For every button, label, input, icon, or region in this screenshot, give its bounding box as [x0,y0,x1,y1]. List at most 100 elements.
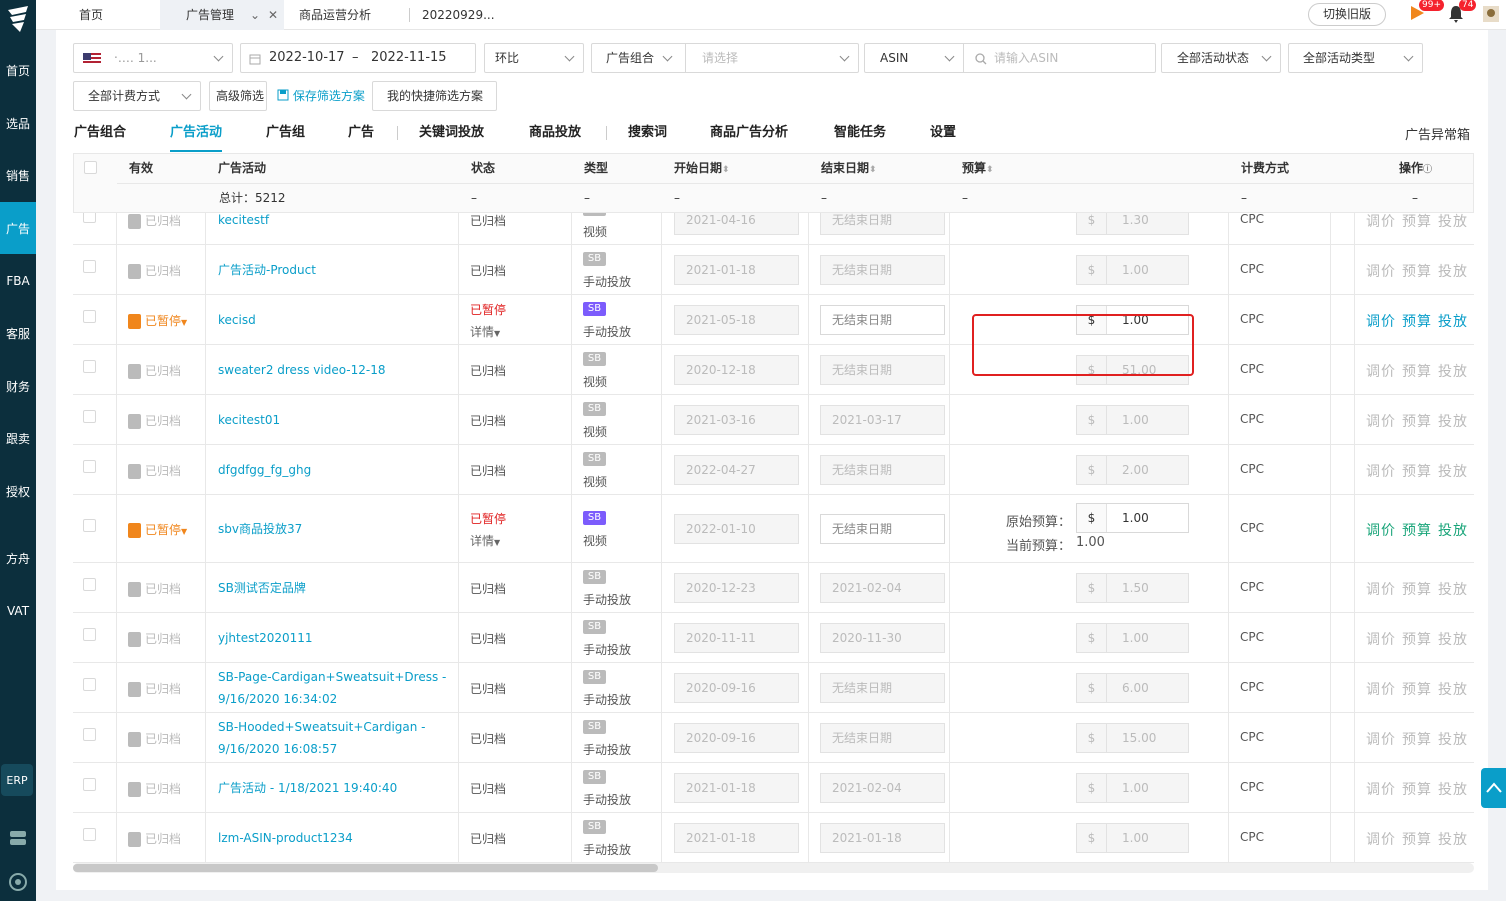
advanced-filter-button[interactable]: 高级筛选 [209,81,267,111]
targeting-action[interactable]: 投放 [1438,264,1468,280]
targeting-action[interactable]: 投放 [1438,632,1468,648]
close-icon[interactable]: ✕ [268,0,278,30]
subnav-smart-tasks[interactable]: 智能任务 [834,124,886,154]
campaign-name-link[interactable]: sbv商品投放37 [218,518,453,540]
budget-action[interactable]: 预算 [1402,682,1432,698]
sidebar-item-vat[interactable]: VAT [0,585,36,637]
ad-group-type-select[interactable]: 广告组合 [592,44,686,72]
scrollbar-thumb[interactable] [73,864,658,872]
sidebar-item-ads[interactable]: 广告 [0,202,36,254]
asin-type-select[interactable]: ASIN [865,44,964,72]
asin-search-input[interactable]: 请输入ASIN [994,44,1058,72]
targeting-action[interactable]: 投放 [1438,782,1468,798]
row-checkbox[interactable] [83,260,96,273]
campaign-status-select[interactable]: 全部活动状态 [1161,43,1281,73]
tab-product-analysis[interactable]: 商品运营分析 [284,0,404,30]
campaign-name-link[interactable]: SB-Page-Cardigan+Sweatsuit+Dress - 9/16/… [218,666,453,710]
store-select[interactable]: ‧‥‥ 1... [73,43,233,73]
status-detail-toggle[interactable]: 详情▼ [470,323,500,340]
header-start-date[interactable]: 开始日期⬍ [674,154,730,182]
campaign-name-link[interactable]: 广告活动 - 1/18/2021 19:40:40 [218,777,453,799]
adjust-bid-action[interactable]: 调价 [1366,582,1396,598]
adjust-bid-action[interactable]: 调价 [1366,414,1396,430]
sidebar-item-fba[interactable]: FBA [0,255,36,307]
adjust-bid-action[interactable]: 调价 [1366,464,1396,480]
sidebar-item-selection[interactable]: 选品 [0,97,36,149]
switch-old-version-button[interactable]: 切换旧版 [1308,3,1386,26]
tab-ad-management[interactable]: 广告管理 ⌄ ✕ [160,0,284,30]
info-icon[interactable]: ⓘ [1423,165,1432,175]
targeting-action[interactable]: 投放 [1438,582,1468,598]
targeting-action[interactable]: 投放 [1438,314,1468,330]
sidebar-item-service[interactable]: 客服 [0,307,36,359]
budget-action[interactable]: 预算 [1402,314,1432,330]
targeting-action[interactable]: 投放 [1438,214,1468,230]
adjust-bid-action[interactable]: 调价 [1366,782,1396,798]
budget-action[interactable]: 预算 [1402,582,1432,598]
header-end-date[interactable]: 结束日期⬍ [821,154,877,182]
budget-action[interactable]: 预算 [1402,214,1432,230]
subnav-ads[interactable]: 广告 [348,124,374,154]
sidebar-item-follow[interactable]: 跟卖 [0,412,36,464]
sidebar-item-finance[interactable]: 财务 [0,360,36,412]
row-checkbox[interactable] [83,410,96,423]
campaign-name-link[interactable]: kecisd [218,309,453,331]
quick-filter-button[interactable]: 我的快捷筛选方案 [372,81,497,111]
subnav-keyword-targeting[interactable]: 关键词投放 [419,124,484,154]
campaign-name-link[interactable]: dfgdfgg_fg_ghg [218,459,453,481]
sidebar-item-auth[interactable]: 授权 [0,465,36,517]
budget-action[interactable]: 预算 [1402,782,1432,798]
adjust-bid-action[interactable]: 调价 [1366,632,1396,648]
subnav-settings[interactable]: 设置 [930,124,956,154]
budget-action[interactable]: 预算 [1402,414,1432,430]
back-to-top-button[interactable] [1481,768,1506,808]
ad-anomaly-box-link[interactable]: 广告异常箱 [1405,124,1470,143]
date-range-picker[interactable]: 2022-10-17 – 2022-11-15 [240,43,476,73]
subnav-product-ad-analysis[interactable]: 商品广告分析 [710,124,788,154]
campaign-name-link[interactable]: sweater2 dress video-12-18 [218,359,453,381]
row-checkbox[interactable] [83,678,96,691]
sort-icon[interactable]: ⬍ [722,165,730,175]
subnav-ad-groups[interactable]: 广告组 [266,124,305,154]
erp-button[interactable]: ERP [1,764,33,796]
adjust-bid-action[interactable]: 调价 [1366,314,1396,330]
row-valid-state[interactable]: 已暂停▼ [128,312,187,329]
campaign-type-select[interactable]: 全部活动类型 [1288,43,1423,73]
subnav-search-terms[interactable]: 搜索词 [628,124,667,154]
header-budget[interactable]: 预算⬍ [962,154,994,182]
row-checkbox[interactable] [83,360,96,373]
end-date-box[interactable]: 无结束日期 [820,305,945,335]
tab-report[interactable]: 20220929... [422,0,532,30]
budget-action[interactable]: 预算 [1402,364,1432,380]
support-icon[interactable] [8,872,28,892]
targeting-action[interactable]: 投放 [1438,732,1468,748]
sort-icon[interactable]: ⬍ [869,165,877,175]
budget-action[interactable]: 预算 [1402,732,1432,748]
adjust-bid-action[interactable]: 调价 [1366,264,1396,280]
row-checkbox[interactable] [83,213,96,223]
end-date-box[interactable]: 无结束日期 [820,514,945,544]
budget-action[interactable]: 预算 [1402,832,1432,848]
subnav-portfolio[interactable]: 广告组合 [74,124,126,154]
campaign-name-link[interactable]: 广告活动-Product [218,259,453,281]
save-filter-button[interactable]: 保存筛选方案 [277,81,365,111]
budget-action[interactable]: 预算 [1402,464,1432,480]
row-checkbox[interactable] [83,728,96,741]
subnav-product-targeting[interactable]: 商品投放 [529,124,581,154]
row-checkbox[interactable] [83,460,96,473]
sidebar-item-home[interactable]: 首页 [0,44,36,96]
campaign-name-link[interactable]: kecitest01 [218,409,453,431]
row-checkbox[interactable] [83,519,96,532]
budget-action[interactable]: 预算 [1402,523,1432,539]
targeting-action[interactable]: 投放 [1438,414,1468,430]
campaign-name-link[interactable]: kecitestf [218,213,453,231]
ad-group-filter[interactable]: 广告组合 请选择 [591,43,859,73]
chevron-down-icon[interactable]: ⌄ [250,0,260,30]
targeting-action[interactable]: 投放 [1438,364,1468,380]
row-checkbox[interactable] [83,828,96,841]
sort-icon[interactable]: ⬍ [986,165,994,175]
campaign-name-link[interactable]: lzm-ASIN-product1234 [218,827,453,849]
campaign-name-link[interactable]: SB测试否定品牌 [218,577,453,599]
adjust-bid-action[interactable]: 调价 [1366,832,1396,848]
campaign-name-link[interactable]: SB-Hooded+Sweatsuit+Cardigan - 9/16/2020… [218,716,453,760]
